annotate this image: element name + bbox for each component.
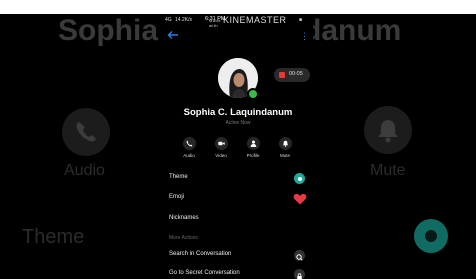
network-speed: 14.2K/s [175,17,192,23]
audio-call-button[interactable]: Audio [179,137,199,158]
profile-icon [250,140,256,147]
more-actions-header: More Actions [169,235,198,241]
record-icon [279,72,285,78]
bg-mute-label: Mute [370,162,406,179]
mute-label: Mute [279,153,290,158]
menu-item-nicknames[interactable]: Nicknames [169,214,309,226]
theme-label: Theme [169,174,188,180]
emoji-label: Emoji [169,194,185,200]
menu-item-search[interactable]: Search in Conversation [169,250,309,262]
contact-name: Sophia C. Laquindanum [183,107,293,118]
menu-item-theme[interactable]: Theme [169,173,309,185]
search-label: Search in Conversation [169,251,232,257]
lock-icon [294,269,305,279]
theme-color-icon [294,173,305,184]
kinemaster-watermark: Made with KINEMASTER [209,15,287,28]
video-icon [217,141,225,146]
battery-icon: ■ [299,17,303,23]
call-timer[interactable]: 00:05 [274,68,310,82]
secret-label: Go to Secret Conversation [169,270,240,276]
video-label: Video [215,153,227,158]
bell-icon [282,140,288,147]
watermark-text: KINEMASTER [223,15,287,25]
bg-theme-label: Theme [22,226,85,248]
bg-audio-circle [62,108,110,156]
call-timer-text: 00:05 [289,71,303,77]
online-indicator [247,88,259,100]
phone-icon [186,140,192,147]
back-arrow-icon[interactable] [167,30,179,40]
mute-button[interactable]: Mute [275,137,295,158]
more-options-icon[interactable]: ⋮ [300,32,309,41]
heart-icon [293,193,307,205]
phone-screen: 4G 14.2K/s 6:31 PM ■ Made with KINEMASTE… [163,14,313,279]
audio-label: Audio [183,153,195,158]
bg-audio-label: Audio [64,162,105,179]
menu-item-emoji[interactable]: Emoji [169,193,309,205]
profile-button[interactable]: Profile [243,137,263,158]
search-icon [294,250,305,261]
watermark-prefix: Made with [209,18,222,28]
bg-theme-dot [414,219,448,253]
network-indicator: 4G [165,17,172,23]
video-call-button[interactable]: Video [211,137,231,158]
menu-item-secret-conversation[interactable]: Go to Secret Conversation [169,269,309,279]
bg-mute-circle [364,106,412,154]
nicknames-label: Nicknames [169,215,199,221]
profile-label: Profile [246,153,260,158]
active-status: Active Now [225,120,251,126]
